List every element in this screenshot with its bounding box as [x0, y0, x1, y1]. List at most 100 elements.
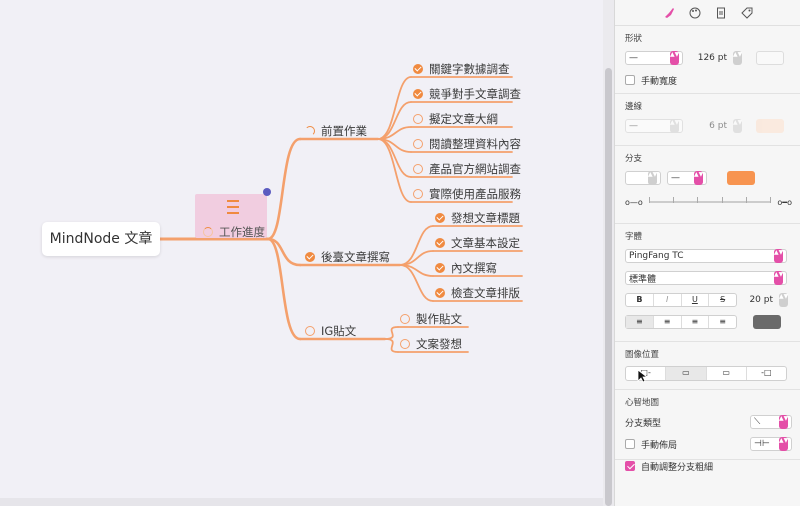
- branch-shape-select[interactable]: ▲▼: [625, 171, 661, 185]
- checked-icon[interactable]: [305, 252, 315, 262]
- leaf-link: [377, 76, 412, 140]
- checked-icon[interactable]: [435, 288, 445, 298]
- border-style-select[interactable]: — ▲▼: [625, 119, 683, 133]
- leaf-node[interactable]: 閱讀整理資料內容: [413, 136, 521, 152]
- mindmap-title: 心智地圖: [625, 398, 660, 408]
- underline-button[interactable]: U: [682, 294, 710, 306]
- align-center-icon[interactable]: ≡: [654, 316, 682, 328]
- leaf-label: 內文撰寫: [451, 261, 497, 275]
- font-style-select[interactable]: 標準體 ▲▼: [625, 271, 787, 285]
- border-width-value[interactable]: 6 pt: [689, 121, 727, 131]
- leaf-node[interactable]: 競爭對手文章調查: [413, 86, 521, 102]
- branch-style-select[interactable]: — ▲▼: [667, 171, 707, 185]
- align-left-icon[interactable]: ≡: [626, 316, 654, 328]
- branch-node[interactable]: 前置作業: [305, 123, 367, 139]
- branch-node[interactable]: IG貼文: [305, 323, 356, 339]
- mindmap-section: 心智地圖 分支類型 ⟍ ▲▼ 手動佈局 ⊣⊢ ▲▼ 自動調整分支粗細: [615, 390, 800, 473]
- leaf-label: 產品官方網站調查: [429, 162, 521, 176]
- mindmap-canvas[interactable]: MindNode 文章 工作進度 前置作業 關鍵字數據調查 競爭對手文章調查擬定文章…: [0, 0, 604, 506]
- thick-line-icon: o━o: [777, 197, 792, 207]
- shape-width-value[interactable]: 126 pt: [689, 53, 727, 63]
- mouse-cursor-icon: [637, 369, 647, 383]
- branch-label: 後臺文章撰寫: [321, 250, 390, 264]
- branch-color-well[interactable]: [727, 171, 755, 185]
- image-position-title: 圖像位置: [625, 350, 660, 360]
- horizontal-scrollbar[interactable]: [0, 498, 604, 506]
- unchecked-icon[interactable]: [400, 339, 410, 349]
- progress-icon[interactable]: [305, 126, 315, 136]
- shape-width-stepper[interactable]: ▲▼: [733, 51, 742, 65]
- tag-icon[interactable]: [740, 7, 753, 19]
- leaf-node[interactable]: 產品官方網站調查: [413, 161, 521, 177]
- manual-width-label: 手動寬度: [641, 76, 678, 87]
- manual-layout-label: 手動佈局: [641, 440, 678, 451]
- document-icon[interactable]: [715, 7, 727, 19]
- italic-button[interactable]: I: [654, 294, 682, 306]
- leaf-link: [377, 138, 412, 203]
- leaf-label: 文案發想: [416, 337, 462, 351]
- leaf-label: 製作貼文: [416, 312, 462, 326]
- align-right-icon[interactable]: ≡: [682, 316, 710, 328]
- auto-branch-width-label: 自動調整分支粗細: [641, 462, 714, 473]
- root-node[interactable]: MindNode 文章: [42, 222, 160, 256]
- strikethrough-button[interactable]: S: [709, 294, 736, 306]
- main-topic-label[interactable]: 工作進度: [203, 224, 265, 240]
- image-right-icon[interactable]: -□: [747, 367, 786, 380]
- border-title: 邊線: [625, 102, 643, 112]
- image-bottom-icon[interactable]: ▭: [707, 367, 747, 380]
- font-title: 字體: [625, 232, 643, 242]
- checked-icon[interactable]: [435, 238, 445, 248]
- checked-icon[interactable]: [435, 263, 445, 273]
- font-size-value[interactable]: 20 pt: [743, 295, 773, 305]
- font-family-select[interactable]: PingFang TC ▲▼: [625, 249, 787, 263]
- checked-icon[interactable]: [435, 213, 445, 223]
- manual-width-checkbox[interactable]: [625, 75, 635, 85]
- unchecked-icon[interactable]: [400, 314, 410, 324]
- font-section: 字體 PingFang TC ▲▼ 標準體 ▲▼ B I U S 20 pt ▲▼ …: [615, 224, 800, 342]
- leaf-node[interactable]: 檢查文章排版: [435, 285, 520, 301]
- leaf-node[interactable]: 實際使用產品服務: [413, 186, 521, 202]
- manual-layout-checkbox[interactable]: [625, 439, 635, 449]
- leaf-node[interactable]: 文案發想: [400, 336, 462, 352]
- leaf-node[interactable]: 關鍵字數據調查: [413, 61, 510, 77]
- border-color-well[interactable]: [756, 119, 784, 133]
- leaf-label: 文章基本設定: [451, 236, 520, 250]
- leaf-label: 擬定文章大綱: [429, 112, 498, 126]
- text-color-well[interactable]: [753, 315, 781, 329]
- progress-icon: [203, 227, 213, 237]
- vertical-scrollbar[interactable]: [605, 68, 612, 506]
- leaf-node[interactable]: 內文撰寫: [435, 260, 497, 276]
- align-justify-icon[interactable]: ≡: [709, 316, 736, 328]
- progress-icon[interactable]: [305, 326, 315, 336]
- shape-style-select[interactable]: — ▲▼: [625, 51, 683, 65]
- font-size-stepper[interactable]: ▲▼: [779, 293, 788, 307]
- checked-icon[interactable]: [413, 64, 423, 74]
- leaf-node[interactable]: 文章基本設定: [435, 235, 520, 251]
- leaf-node[interactable]: 製作貼文: [400, 311, 462, 327]
- branch-link: [266, 137, 302, 241]
- inspector-panel: 形狀 — ▲▼ 126 pt ▲▼ 手動寬度 邊線 — ▲▼ 6 pt ▲▼ 分支 …: [614, 0, 800, 506]
- bold-button[interactable]: B: [626, 294, 654, 306]
- layout-select[interactable]: ⊣⊢ ▲▼: [750, 437, 792, 451]
- leaf-node[interactable]: 發想文章標題: [435, 210, 520, 226]
- branch-node[interactable]: 後臺文章撰寫: [305, 249, 390, 265]
- unchecked-icon[interactable]: [413, 189, 423, 199]
- branch-width-slider[interactable]: [648, 197, 772, 203]
- leaf-node[interactable]: 擬定文章大綱: [413, 111, 498, 127]
- border-width-stepper[interactable]: ▲▼: [733, 119, 742, 133]
- leaf-label: 關鍵字數據調查: [429, 62, 510, 76]
- palette-icon[interactable]: [689, 7, 701, 19]
- shape-color-well[interactable]: [756, 51, 784, 65]
- image-top-icon[interactable]: ▭: [666, 367, 707, 380]
- unchecked-icon[interactable]: [413, 164, 423, 174]
- selection-handle[interactable]: [263, 188, 271, 196]
- leaf-link: [384, 326, 399, 340]
- branch-type-select[interactable]: ⟍ ▲▼: [750, 415, 792, 429]
- unchecked-icon[interactable]: [413, 139, 423, 149]
- unchecked-icon[interactable]: [413, 114, 423, 124]
- auto-branch-width-checkbox[interactable]: [625, 461, 635, 471]
- branch-type-label: 分支類型: [625, 418, 662, 429]
- branch-title: 分支: [625, 154, 643, 164]
- checked-icon[interactable]: [413, 89, 423, 99]
- brush-icon[interactable]: [663, 7, 675, 19]
